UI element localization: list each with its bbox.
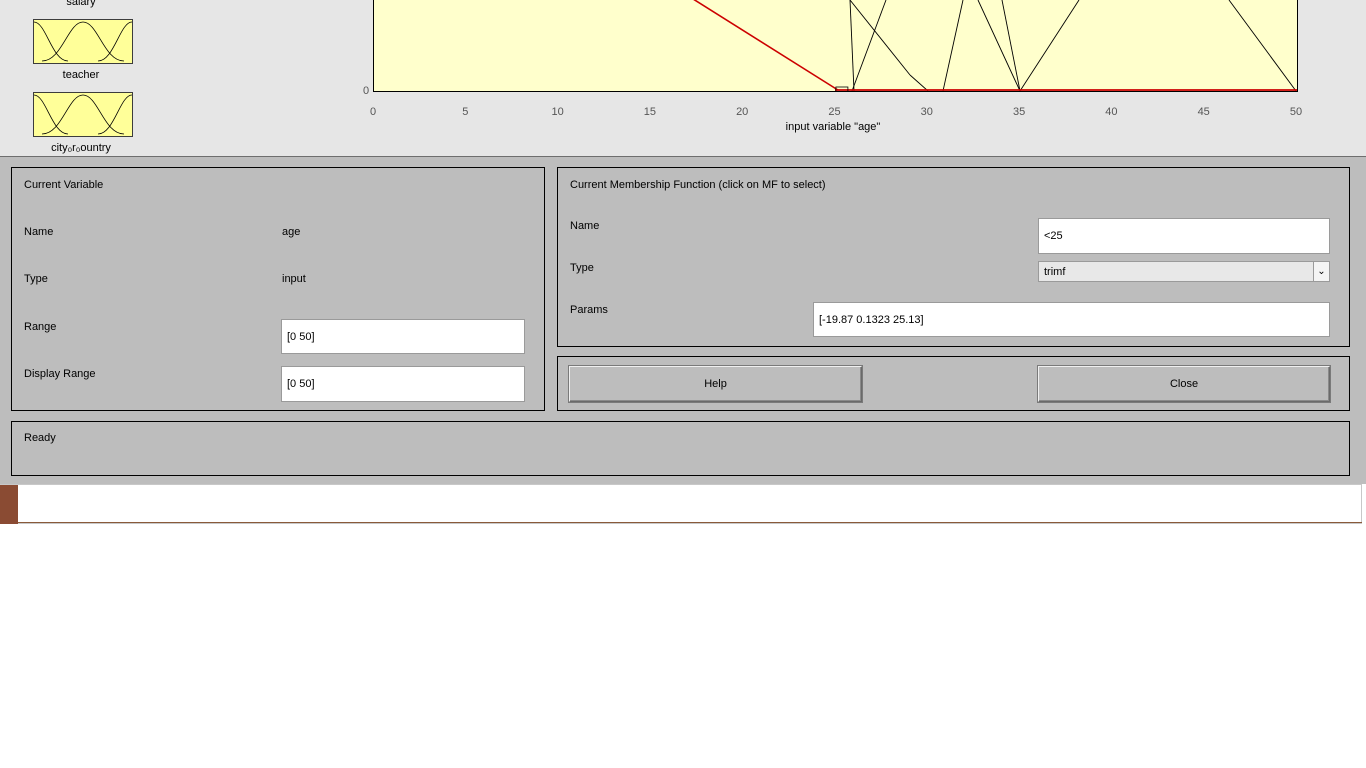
mf-line[interactable] [909, 74, 929, 91]
current-mf-panel: Current Membership Function (click on MF… [557, 167, 1350, 347]
variable-thumbnail-city-or-country[interactable] [33, 92, 133, 137]
display-range-label: Display Range [24, 368, 96, 380]
current-variable-panel: Current Variable Name age Type input Ran… [11, 167, 545, 411]
selected-mf-line[interactable] [374, 0, 839, 91]
x-tick-label: 30 [920, 106, 933, 118]
close-button[interactable]: Close [1038, 366, 1330, 402]
variable-type-value: input [282, 273, 306, 285]
chevron-down-icon[interactable]: ⌄ [1313, 262, 1329, 281]
range-input[interactable] [281, 319, 525, 354]
variable-label-teacher: teacher [62, 69, 100, 81]
y-axis-zero-label: 0 [363, 85, 370, 97]
mf-line[interactable] [851, 0, 887, 91]
variable-name-label: Name [24, 226, 54, 238]
x-tick-label: 25 [828, 106, 841, 118]
variable-thumbnail-teacher[interactable] [33, 19, 133, 64]
x-tick-label: 40 [1105, 106, 1118, 118]
mf-line[interactable] [942, 0, 964, 91]
range-label: Range [24, 321, 57, 333]
variable-name-value: age [282, 226, 301, 238]
brown-marker [0, 485, 18, 524]
mf-plot-canvas[interactable] [374, 0, 1297, 91]
mf-curves-icon [34, 21, 132, 62]
x-tick-label: 45 [1197, 106, 1210, 118]
current-mf-title: Current Membership Function (click on MF… [570, 179, 826, 191]
mf-editor-panel-area: Current Variable Name age Type input Ran… [0, 157, 1366, 484]
mf-type-selected-value: trimf [1044, 266, 1066, 278]
x-tick-label: 50 [1289, 106, 1303, 118]
variable-label-city-or-country: city₀r₀ountry [51, 142, 111, 154]
mf-type-select[interactable]: trimf ⌄ [1038, 261, 1330, 282]
x-tick-label: 15 [643, 106, 657, 118]
mf-line[interactable] [849, 0, 911, 76]
buttons-panel: Help Close [557, 356, 1350, 411]
mf-params-label: Params [570, 304, 608, 316]
current-variable-title: Current Variable [24, 179, 104, 191]
x-axis-title: input variable "age" [785, 121, 881, 133]
x-tick-label: 35 [1012, 106, 1026, 118]
status-panel: Ready [11, 421, 1350, 476]
variable-label-salary: salary [66, 0, 96, 8]
x-tick-label: 5 [462, 106, 469, 118]
top-plot-area: salary teacher city₀r₀ountry 0 0 5 10 15… [0, 0, 1366, 156]
x-tick-label: 10 [551, 106, 564, 118]
mf-name-input[interactable] [1038, 218, 1330, 254]
help-button[interactable]: Help [569, 366, 862, 402]
bottom-line [18, 522, 1362, 523]
mf-type-label: Type [570, 262, 594, 274]
mf-line[interactable] [977, 0, 1021, 91]
mf-line[interactable] [849, 0, 855, 91]
x-tick-label: 0 [369, 106, 377, 118]
variable-type-label: Type [24, 273, 48, 285]
status-text: Ready [24, 432, 56, 444]
membership-function-plot[interactable] [373, 0, 1298, 92]
display-range-input[interactable] [281, 366, 525, 402]
mf-curves-icon [34, 94, 132, 135]
mf-line[interactable] [1001, 0, 1021, 91]
mf-params-input[interactable] [813, 302, 1330, 337]
mf-name-label: Name [570, 220, 600, 232]
x-tick-label: 20 [736, 106, 749, 118]
mf-line[interactable] [1228, 0, 1297, 91]
bottom-strip [0, 484, 1362, 524]
mf-line[interactable] [1019, 0, 1080, 91]
